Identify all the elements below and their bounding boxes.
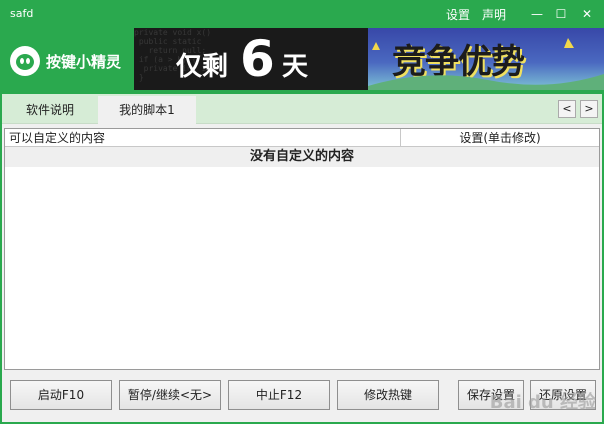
tab-bar: 软件说明 我的脚本1 < > [2, 94, 602, 124]
tab-my-script[interactable]: 我的脚本1 [98, 96, 196, 124]
app-window: safd 设置 声明 — ☐ ✕ 按键小精灵 private void x() … [0, 0, 604, 424]
start-button[interactable]: 启动F10 [10, 380, 112, 410]
minimize-button[interactable]: — [526, 4, 548, 24]
close-icon: ✕ [581, 7, 593, 21]
settings-link[interactable]: 设置 [446, 6, 470, 23]
column-header-settings[interactable]: 设置(单击修改) [401, 129, 599, 147]
ad2-decoration-icon [368, 38, 604, 90]
client-area: 软件说明 我的脚本1 < > 可以自定义的内容 设置(单击修改) 没有自定义的内… [2, 94, 602, 422]
close-button[interactable]: ✕ [576, 4, 598, 24]
ad-text-left: 仅剩 [176, 52, 229, 82]
column-header-content[interactable]: 可以自定义的内容 [5, 129, 401, 147]
watermark-text: Bai du 经验 [489, 392, 596, 413]
ad-banner-competition[interactable]: 竞争优势 [368, 28, 604, 90]
app-logo: 按键小精灵 [0, 28, 134, 94]
banner-row: 按键小精灵 private void x() public static ret… [0, 28, 604, 94]
minimize-icon: — [531, 7, 543, 21]
title-links: 设置 声明 [446, 6, 506, 23]
tab-prev-button[interactable]: < [558, 100, 576, 118]
empty-table-message: 没有自定义的内容 [5, 147, 599, 167]
maximize-button[interactable]: ☐ [550, 4, 572, 24]
tab-software-info[interactable]: 软件说明 [2, 96, 98, 124]
ad-banner-countdown[interactable]: private void x() public static return nu… [134, 28, 368, 90]
tab-next-button[interactable]: > [580, 100, 598, 118]
custom-settings-table: 可以自定义的内容 设置(单击修改) 没有自定义的内容 [4, 128, 600, 370]
title-bar: safd 设置 声明 — ☐ ✕ [0, 0, 604, 28]
window-title: safd [10, 7, 34, 20]
ad-text-right: 天 [282, 52, 309, 82]
pause-resume-button[interactable]: 暂停/继续<无> [119, 380, 221, 410]
maximize-icon: ☐ [555, 7, 567, 21]
logo-face-icon [10, 46, 40, 76]
ad-text-number: 6 [240, 30, 275, 88]
statement-link[interactable]: 声明 [482, 6, 506, 23]
change-hotkey-button[interactable]: 修改热键 [337, 380, 439, 410]
logo-text: 按键小精灵 [46, 52, 122, 71]
stop-button[interactable]: 中止F12 [228, 380, 330, 410]
